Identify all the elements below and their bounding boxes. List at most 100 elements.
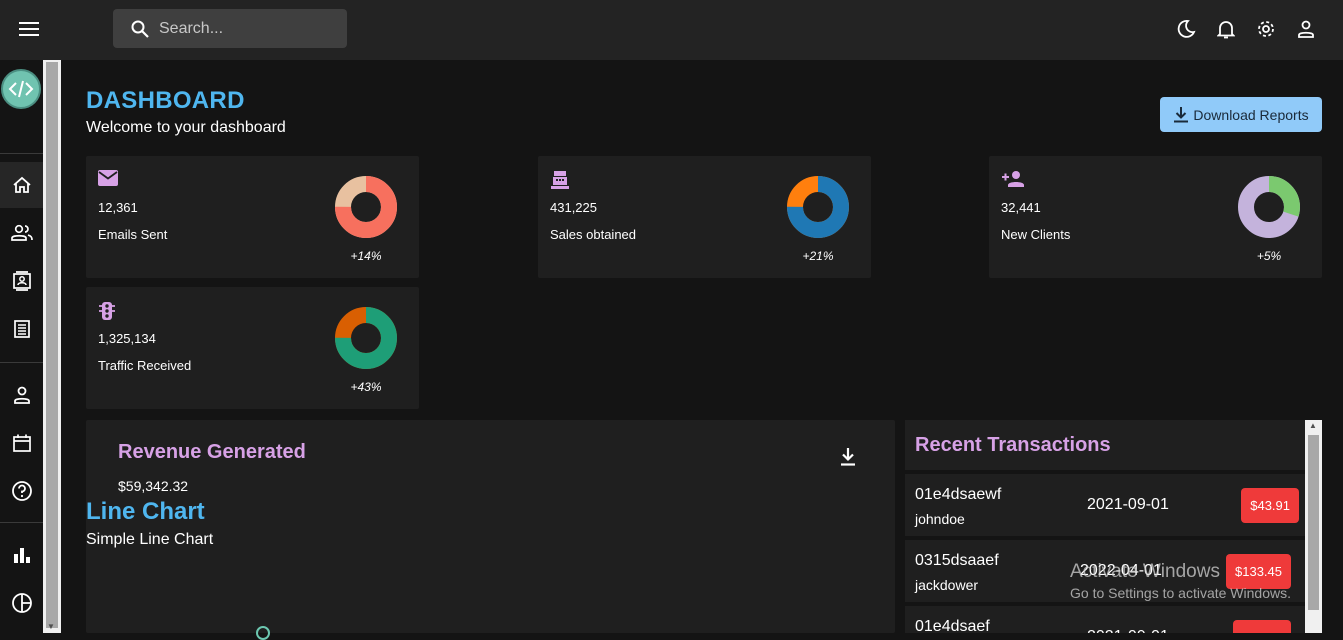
home-icon bbox=[12, 176, 31, 193]
transaction-id: 01e4dsaef bbox=[915, 618, 990, 633]
transaction-id: 01e4dsaewf bbox=[915, 486, 1002, 503]
receipt-icon bbox=[13, 320, 30, 338]
code-icon bbox=[8, 80, 34, 98]
sidebar-item-faq[interactable] bbox=[0, 468, 43, 514]
download-revenue-button[interactable] bbox=[838, 446, 862, 470]
transaction-row: 01e4dsaewf johndoe 2021-09-01 $43.91 bbox=[905, 474, 1305, 536]
stat-label: Sales obtained bbox=[550, 227, 637, 242]
people-icon bbox=[10, 224, 33, 241]
progress-donut bbox=[1238, 176, 1300, 238]
scroll-up-arrow-icon[interactable]: ▲ bbox=[1309, 421, 1317, 430]
sidebar-item-calendar[interactable] bbox=[0, 420, 43, 466]
topbar-actions bbox=[1169, 12, 1323, 46]
line-chart-title: Line Chart bbox=[86, 498, 205, 525]
person-add-icon bbox=[1001, 170, 1025, 193]
sidebar-item-profile-form[interactable] bbox=[0, 372, 43, 418]
stat-card-traffic: 1,325,134 Traffic Received +43% bbox=[86, 287, 419, 409]
line-chart-subtitle: Simple Line Chart bbox=[86, 531, 214, 548]
transactions-title: Recent Transactions bbox=[915, 434, 1111, 456]
stat-card-sales: 431,225 Sales obtained +21% bbox=[538, 156, 871, 278]
person-icon bbox=[1298, 20, 1314, 38]
transaction-user: johndoe bbox=[915, 511, 965, 527]
main-content: DASHBOARD Welcome to your dashboard Down… bbox=[61, 60, 1343, 640]
download-icon bbox=[1174, 106, 1189, 122]
email-icon bbox=[98, 170, 118, 191]
stat-value: 431,225 bbox=[550, 200, 597, 215]
pie-chart-icon bbox=[11, 593, 32, 613]
menu-icon bbox=[19, 22, 39, 36]
transaction-cost bbox=[1233, 620, 1291, 633]
profile-button[interactable] bbox=[1289, 12, 1323, 46]
revenue-card: Revenue Generated $59,342.32 Line Chart … bbox=[86, 420, 895, 640]
stat-label: New Clients bbox=[1001, 227, 1071, 242]
transaction-date: 2021-09-01 bbox=[1087, 628, 1169, 633]
sidebar-item-pie-chart[interactable] bbox=[0, 580, 43, 626]
person-icon bbox=[13, 386, 30, 404]
sidebar-divider bbox=[0, 153, 43, 154]
transaction-date: 2022-04-01 bbox=[1080, 562, 1162, 579]
transactions-header: Recent Transactions bbox=[905, 420, 1305, 470]
help-icon bbox=[11, 481, 32, 501]
progress-donut bbox=[335, 307, 397, 369]
topbar bbox=[0, 0, 1343, 60]
scroll-down-arrow-icon[interactable]: ▼ bbox=[47, 622, 55, 631]
transaction-id: 0315dsaaef bbox=[915, 552, 999, 569]
transaction-date: 2021-09-01 bbox=[1087, 496, 1169, 513]
recent-transactions-panel: Recent Transactions 01e4dsaewf johndoe 2… bbox=[905, 420, 1322, 633]
page-title: DASHBOARD bbox=[86, 87, 245, 114]
sidebar-item-contacts[interactable] bbox=[0, 258, 43, 304]
calendar-icon bbox=[12, 434, 31, 452]
search-input[interactable] bbox=[159, 19, 329, 38]
stat-card-emails: 12,361 Emails Sent +14% bbox=[86, 156, 419, 278]
stat-label: Traffic Received bbox=[98, 358, 192, 373]
sidebar bbox=[0, 60, 43, 633]
download-reports-button[interactable]: Download Reports bbox=[1160, 97, 1322, 132]
stat-card-clients: 32,441 New Clients +5% bbox=[989, 156, 1322, 278]
sidebar-scrollbar[interactable]: ▼ bbox=[43, 60, 61, 633]
point-of-sale-icon bbox=[550, 170, 570, 195]
transaction-user: jackdower bbox=[915, 577, 979, 593]
transaction-cost: $133.45 bbox=[1226, 554, 1291, 589]
stat-label: Emails Sent bbox=[98, 227, 168, 242]
gear-icon bbox=[1258, 21, 1274, 37]
settings-button[interactable] bbox=[1249, 12, 1283, 46]
progress-donut bbox=[335, 176, 397, 238]
line-chart-point bbox=[256, 626, 270, 640]
sidebar-divider bbox=[0, 362, 43, 363]
sidebar-item-bar-chart[interactable] bbox=[0, 532, 43, 578]
stat-increase: +5% bbox=[1256, 249, 1282, 263]
contacts-icon bbox=[12, 271, 31, 291]
sidebar-item-dashboard[interactable] bbox=[0, 162, 43, 208]
transaction-row: 0315dsaaef jackdower 2022-04-01 $133.45 bbox=[905, 540, 1305, 602]
sidebar-divider bbox=[0, 522, 43, 523]
menu-button[interactable] bbox=[10, 10, 48, 48]
transactions-scrollbar[interactable]: ▲ bbox=[1305, 420, 1322, 633]
stat-increase: +21% bbox=[802, 249, 834, 263]
stat-increase: +43% bbox=[350, 380, 382, 394]
transaction-cost: $43.91 bbox=[1241, 488, 1299, 523]
bell-icon bbox=[1217, 21, 1235, 39]
notifications-button[interactable] bbox=[1209, 12, 1243, 46]
scrollbar-thumb[interactable] bbox=[1308, 435, 1319, 610]
stat-value: 12,361 bbox=[98, 200, 138, 215]
stat-value: 32,441 bbox=[1001, 200, 1041, 215]
stat-value: 1,325,134 bbox=[98, 331, 156, 346]
dark-mode-button[interactable] bbox=[1169, 12, 1203, 46]
sidebar-item-invoices[interactable] bbox=[0, 306, 43, 352]
sidebar-item-team[interactable] bbox=[0, 210, 43, 256]
moon-icon bbox=[1177, 20, 1196, 38]
search-icon[interactable] bbox=[131, 20, 149, 38]
stat-increase: +14% bbox=[350, 249, 382, 263]
bar-chart-icon bbox=[13, 548, 30, 563]
page-subtitle: Welcome to your dashboard bbox=[86, 119, 286, 136]
revenue-value: $59,342.32 bbox=[118, 478, 189, 494]
traffic-icon bbox=[98, 301, 116, 326]
download-reports-label: Download Reports bbox=[1193, 106, 1309, 123]
revenue-title: Revenue Generated bbox=[118, 441, 306, 463]
search-box bbox=[113, 9, 347, 48]
transaction-row: 01e4dsaef 2021-09-01 bbox=[905, 606, 1305, 633]
logo bbox=[1, 69, 41, 109]
scrollbar-thumb[interactable] bbox=[46, 62, 58, 628]
download-icon bbox=[841, 448, 855, 466]
progress-donut bbox=[787, 176, 849, 238]
